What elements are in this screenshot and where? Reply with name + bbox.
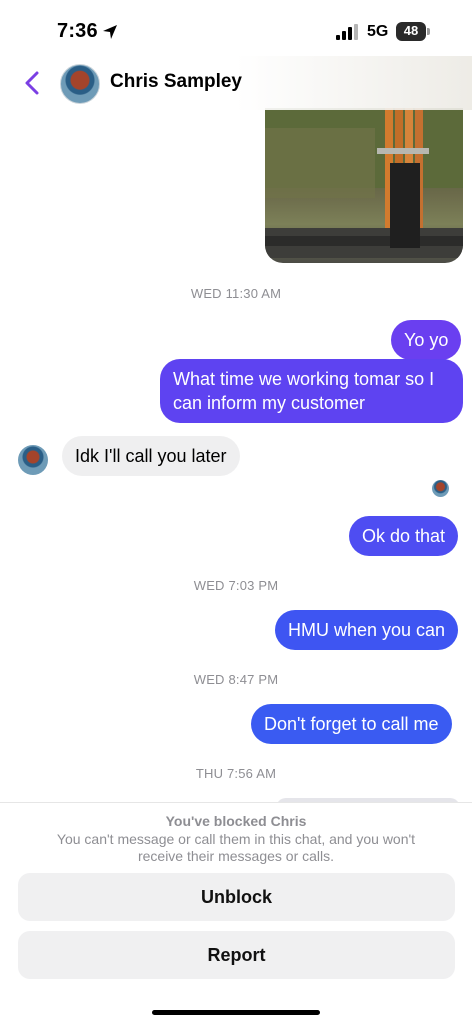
photo-content: [265, 108, 463, 258]
chat-header: Chris Sampley: [0, 56, 472, 110]
timestamp: WED 7:03 PM: [193, 578, 279, 593]
contact-avatar-small[interactable]: [18, 445, 48, 475]
message-text: Yo yo: [404, 330, 449, 350]
outgoing-message[interactable]: HMU when you can: [275, 610, 459, 650]
report-button[interactable]: Report: [18, 931, 455, 979]
contact-avatar[interactable]: [60, 64, 100, 104]
outgoing-message[interactable]: Ok do that: [349, 516, 459, 556]
battery-icon: 48: [396, 22, 430, 41]
outgoing-message[interactable]: What time we working tomar so I can info…: [160, 359, 463, 423]
outgoing-message[interactable]: Yo yo: [391, 320, 462, 360]
incoming-message[interactable]: Idk I'll call you later: [62, 436, 240, 476]
status-bar: 7:36 5G 48: [0, 0, 472, 62]
status-time: 7:36: [57, 20, 98, 42]
blocked-title: You've blocked Chris: [165, 813, 307, 829]
blocked-panel: You've blocked Chris You can't message o…: [0, 802, 472, 1024]
message-text: Ok do that: [362, 526, 446, 546]
unblock-button[interactable]: Unblock: [18, 873, 455, 921]
signal-bars-icon: [336, 24, 358, 40]
message-text-line2: can inform my customer: [173, 393, 366, 413]
timestamp: WED 11:30 AM: [190, 286, 282, 301]
home-indicator[interactable]: [152, 1010, 320, 1015]
message-text: Don't forget to call me: [264, 714, 439, 734]
message-text-line1: What time we working tomar so I: [173, 369, 435, 389]
timestamp: THU 7:56 AM: [195, 766, 277, 781]
location-arrow-icon: [103, 25, 117, 39]
back-button[interactable]: [20, 68, 46, 98]
blocked-description: You can't message or call them in this c…: [56, 831, 416, 864]
network-label: 5G: [367, 23, 389, 40]
shared-photo[interactable]: [265, 108, 463, 263]
battery-level: 48: [403, 23, 419, 38]
message-text: Idk I'll call you later: [75, 446, 227, 466]
timestamp: WED 8:47 PM: [193, 672, 279, 687]
message-text: HMU when you can: [288, 620, 446, 640]
contact-name[interactable]: Chris Sampley: [110, 71, 242, 93]
outgoing-message[interactable]: Don't forget to call me: [251, 704, 452, 744]
seen-indicator-avatar: [432, 480, 449, 497]
